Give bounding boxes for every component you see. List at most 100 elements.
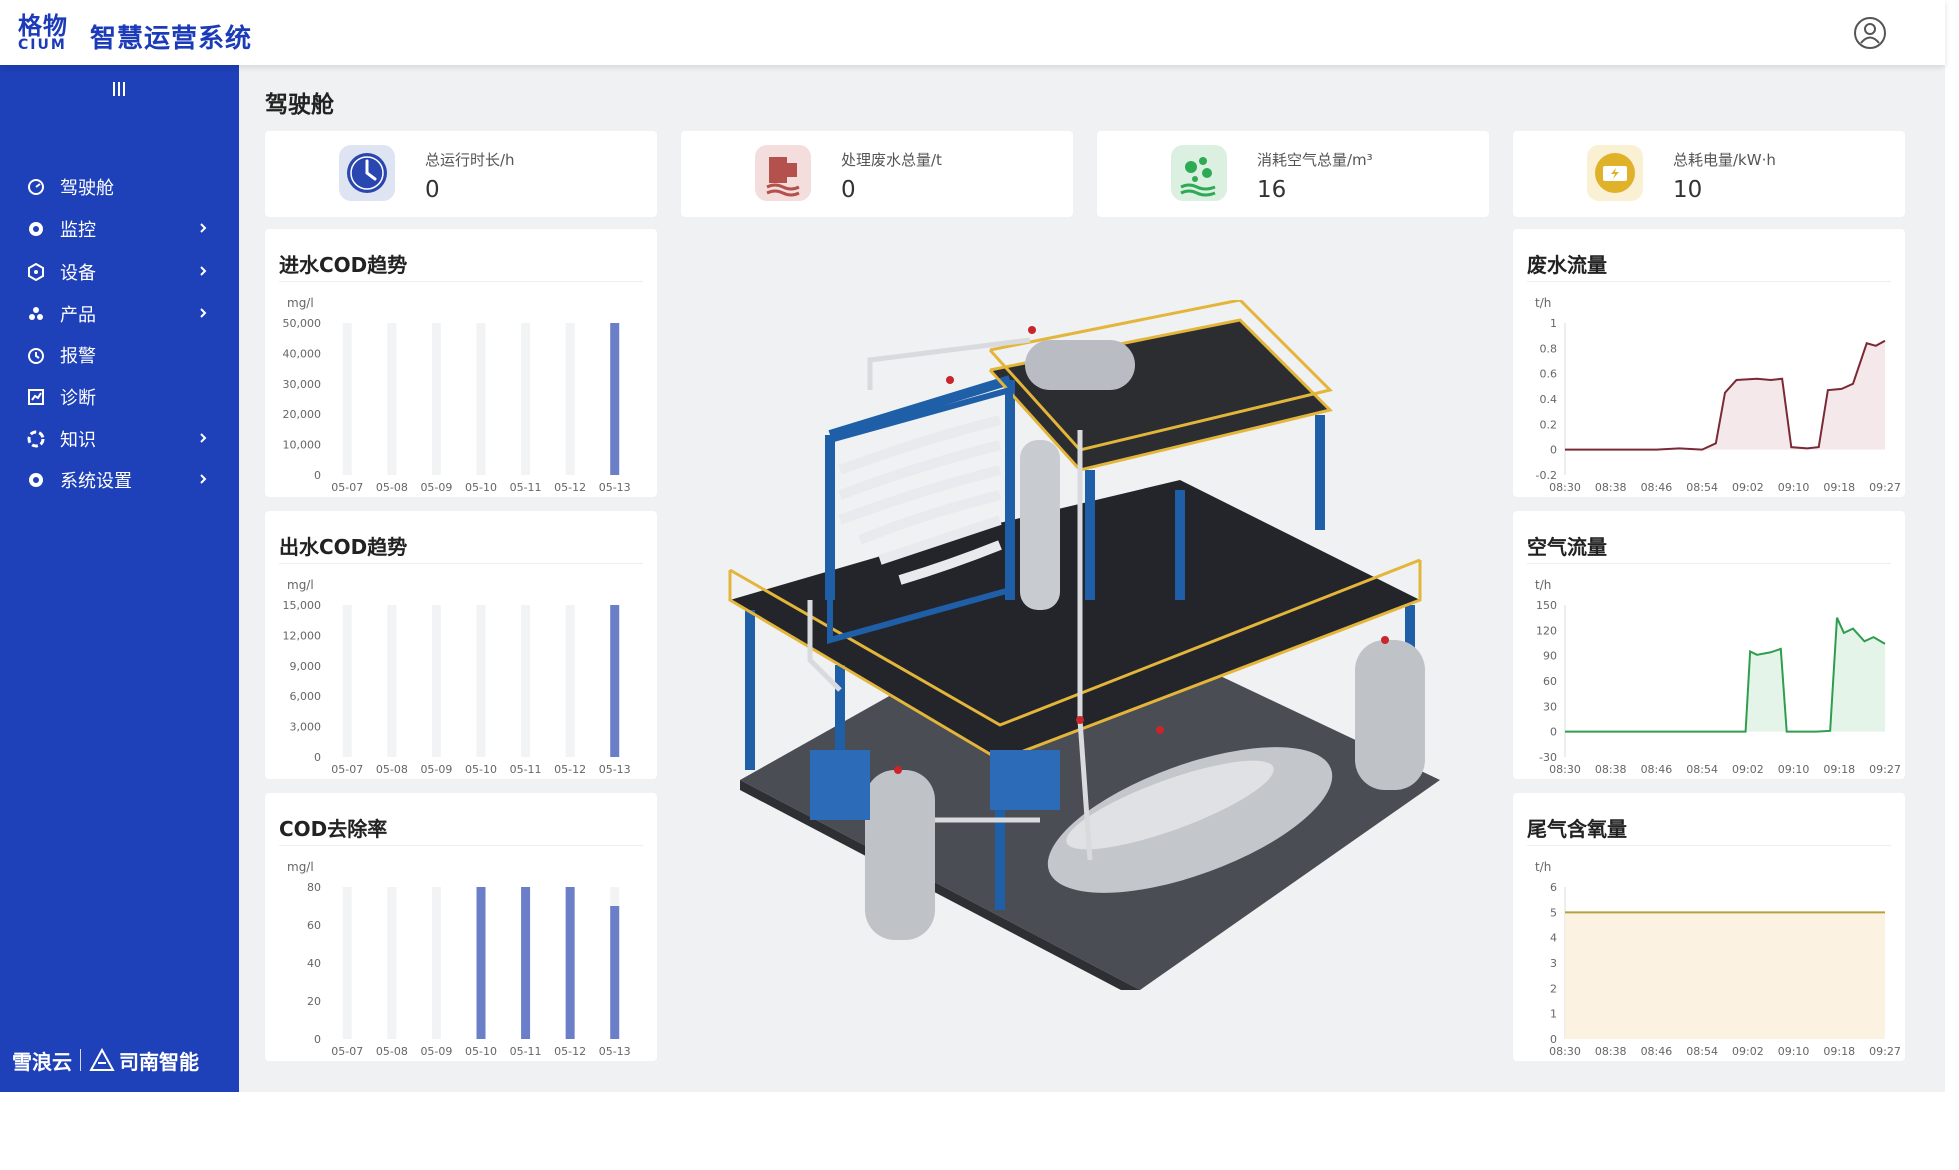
- y-tick-label: 60: [307, 919, 321, 932]
- user-account-icon[interactable]: [1853, 16, 1887, 50]
- equipment-3d-model[interactable]: [720, 300, 1440, 990]
- product-icon: [29, 307, 43, 320]
- sidebar-item-2[interactable]: 设备: [0, 250, 239, 294]
- x-tick-label: 05-13: [599, 1045, 631, 1058]
- y-tick-label: 90: [1543, 650, 1557, 663]
- chart-title: 出水COD趋势: [279, 535, 408, 559]
- x-tick-label: 08:46: [1641, 481, 1673, 494]
- series-area: [1565, 617, 1885, 732]
- y-tick-label: 0: [314, 1033, 321, 1046]
- sidebar-item-1[interactable]: 监控: [0, 207, 239, 251]
- y-tick-label: 1: [1550, 1008, 1557, 1021]
- air-flow-line-chart: t/h-30030609012015008:30 08:38 08:46 08:54 0…: [1535, 578, 1901, 776]
- sidebar-item-3[interactable]: 产品: [0, 292, 239, 336]
- bar: [565, 887, 575, 1039]
- y-tick-label: 0: [314, 469, 321, 482]
- chart-divider: [1527, 845, 1891, 846]
- x-tick-label: 05-13: [599, 481, 631, 494]
- chart-divider: [279, 563, 643, 564]
- x-tick-label: 05-10: [465, 1045, 497, 1058]
- chart-divider: [279, 281, 643, 282]
- x-tick-label: 08:38: [1595, 481, 1627, 494]
- x-tick-label: 05-09: [420, 1045, 452, 1058]
- x-tick-label: 08:38: [1595, 1045, 1627, 1058]
- app-root: 格物 CIUM 智慧运营系统 驾驶舱 监控 设备 产品 报警 诊断 知识 系统设置 雪浪云 司…: [0, 0, 1945, 1092]
- y-tick-label: 30: [1543, 700, 1557, 713]
- x-tick-label: 05-13: [599, 763, 631, 776]
- wastewater-flow-line-chart: t/h-0.200.20.40.60.8108:30 08:38 08:46 08:5…: [1535, 296, 1901, 494]
- sidebar-item-5[interactable]: 诊断: [0, 375, 239, 419]
- alarm-icon: [28, 348, 44, 364]
- y-tick-label: 0: [1550, 444, 1557, 457]
- sidebar-item-label: 诊断: [60, 388, 96, 409]
- y-tick-label: 2: [1550, 982, 1557, 995]
- chart-card-cod-removal: COD去除率 mg/l 0 20 40 60 80 05-07 05-08 05-09 05-10…: [265, 793, 657, 1061]
- x-tick-label: 09:18: [1823, 763, 1855, 776]
- bar: [476, 887, 486, 1039]
- sidebar-item-7[interactable]: 系统设置: [0, 458, 239, 502]
- stat-value: 0: [841, 177, 856, 203]
- settings-icon: [29, 473, 43, 487]
- x-tick-label: 05-11: [510, 481, 542, 494]
- sidebar-item-label: 监控: [60, 220, 96, 241]
- chart-divider: [279, 845, 643, 846]
- y-axis-unit: mg/l: [287, 578, 314, 592]
- bar-background: [476, 323, 486, 475]
- x-tick-label: 09:10: [1778, 481, 1810, 494]
- x-tick-label: 08:54: [1686, 481, 1718, 494]
- device-icon: [28, 263, 44, 281]
- x-tick-label: 05-07: [331, 1045, 363, 1058]
- chart-card-wastewater-flow: 废水流量 t/h -0.2 0 0.2 0.4 0.6 0.8 1 08:30 08:38 08:4…: [1513, 229, 1905, 497]
- x-tick-label: 05-12: [554, 1045, 586, 1058]
- y-tick-label: 80: [307, 881, 321, 894]
- y-tick-label: 0: [314, 751, 321, 764]
- brand-logo: 格物 CIUM: [18, 14, 74, 54]
- clock-icon: [339, 145, 395, 201]
- y-tick-label: 120: [1536, 624, 1557, 637]
- bar: [610, 906, 620, 1039]
- power-icon: [1587, 145, 1643, 201]
- stat-label: 消耗空气总量/m³: [1257, 151, 1373, 169]
- sidebar-item-0[interactable]: 驾驶舱: [0, 165, 239, 209]
- bar: [610, 605, 620, 757]
- y-tick-label: 15,000: [283, 599, 322, 612]
- y-tick-label: 10,000: [283, 439, 322, 452]
- inlet-cod-bar-chart: mg/l 0 10,000 20,000 30,000 40,000 50,000 05-07…: [283, 296, 631, 494]
- stat-value: 10: [1673, 177, 1703, 203]
- chart-card-air-flow: 空气流量 t/h -30 0 30 60 90 120 150 08:30 08:38 08:46 0…: [1513, 511, 1905, 779]
- x-tick-label: 05-12: [554, 763, 586, 776]
- bar-background: [565, 323, 575, 475]
- outlet-cod-bar-chart: mg/l 0 3,000 6,000 9,000 12,000 15,000 05-07 05-…: [283, 578, 631, 776]
- x-tick-label: 08:54: [1686, 1045, 1718, 1058]
- page-title: 驾驶舱: [265, 92, 334, 118]
- sidebar-item-6[interactable]: 知识: [0, 417, 239, 461]
- bar-background: [521, 323, 531, 475]
- y-tick-label: 9,000: [290, 660, 322, 673]
- sidebar-item-label: 知识: [60, 430, 96, 451]
- chart-title: 进水COD趋势: [279, 253, 408, 277]
- brand-separator: [80, 1049, 81, 1071]
- x-tick-label: 05-09: [420, 481, 452, 494]
- x-tick-label: 09:10: [1778, 1045, 1810, 1058]
- stat-value: 16: [1257, 177, 1287, 203]
- bar-background: [387, 323, 397, 475]
- sidebar-item-4[interactable]: 报警: [0, 333, 239, 377]
- brand-xuelangyun: 雪浪云: [12, 1049, 72, 1074]
- chevron-right-icon: [200, 308, 207, 318]
- y-tick-label: 40: [307, 957, 321, 970]
- top-header: 格物 CIUM 智慧运营系统: [0, 0, 1945, 65]
- x-tick-label: 08:54: [1686, 763, 1718, 776]
- bar: [521, 887, 531, 1039]
- chart-card-exhaust-oxygen: 尾气含氧量 t/h 0 1 2 3 4 5 6 08:30 08:38 08:46 08:54 09:0…: [1513, 793, 1905, 1061]
- y-tick-label: 4: [1550, 932, 1557, 945]
- x-tick-label: 09:02: [1732, 1045, 1764, 1058]
- chevron-right-icon: [200, 223, 207, 233]
- x-tick-label: 09:27: [1869, 481, 1901, 494]
- bar-background: [431, 605, 441, 757]
- sidebar-item-label: 报警: [60, 346, 96, 367]
- bar-background: [431, 323, 441, 475]
- x-tick-label: 09:27: [1869, 763, 1901, 776]
- wastewater-icon: [755, 145, 811, 201]
- x-tick-label: 05-08: [376, 1045, 408, 1058]
- collapse-menu-icon[interactable]: [112, 81, 126, 97]
